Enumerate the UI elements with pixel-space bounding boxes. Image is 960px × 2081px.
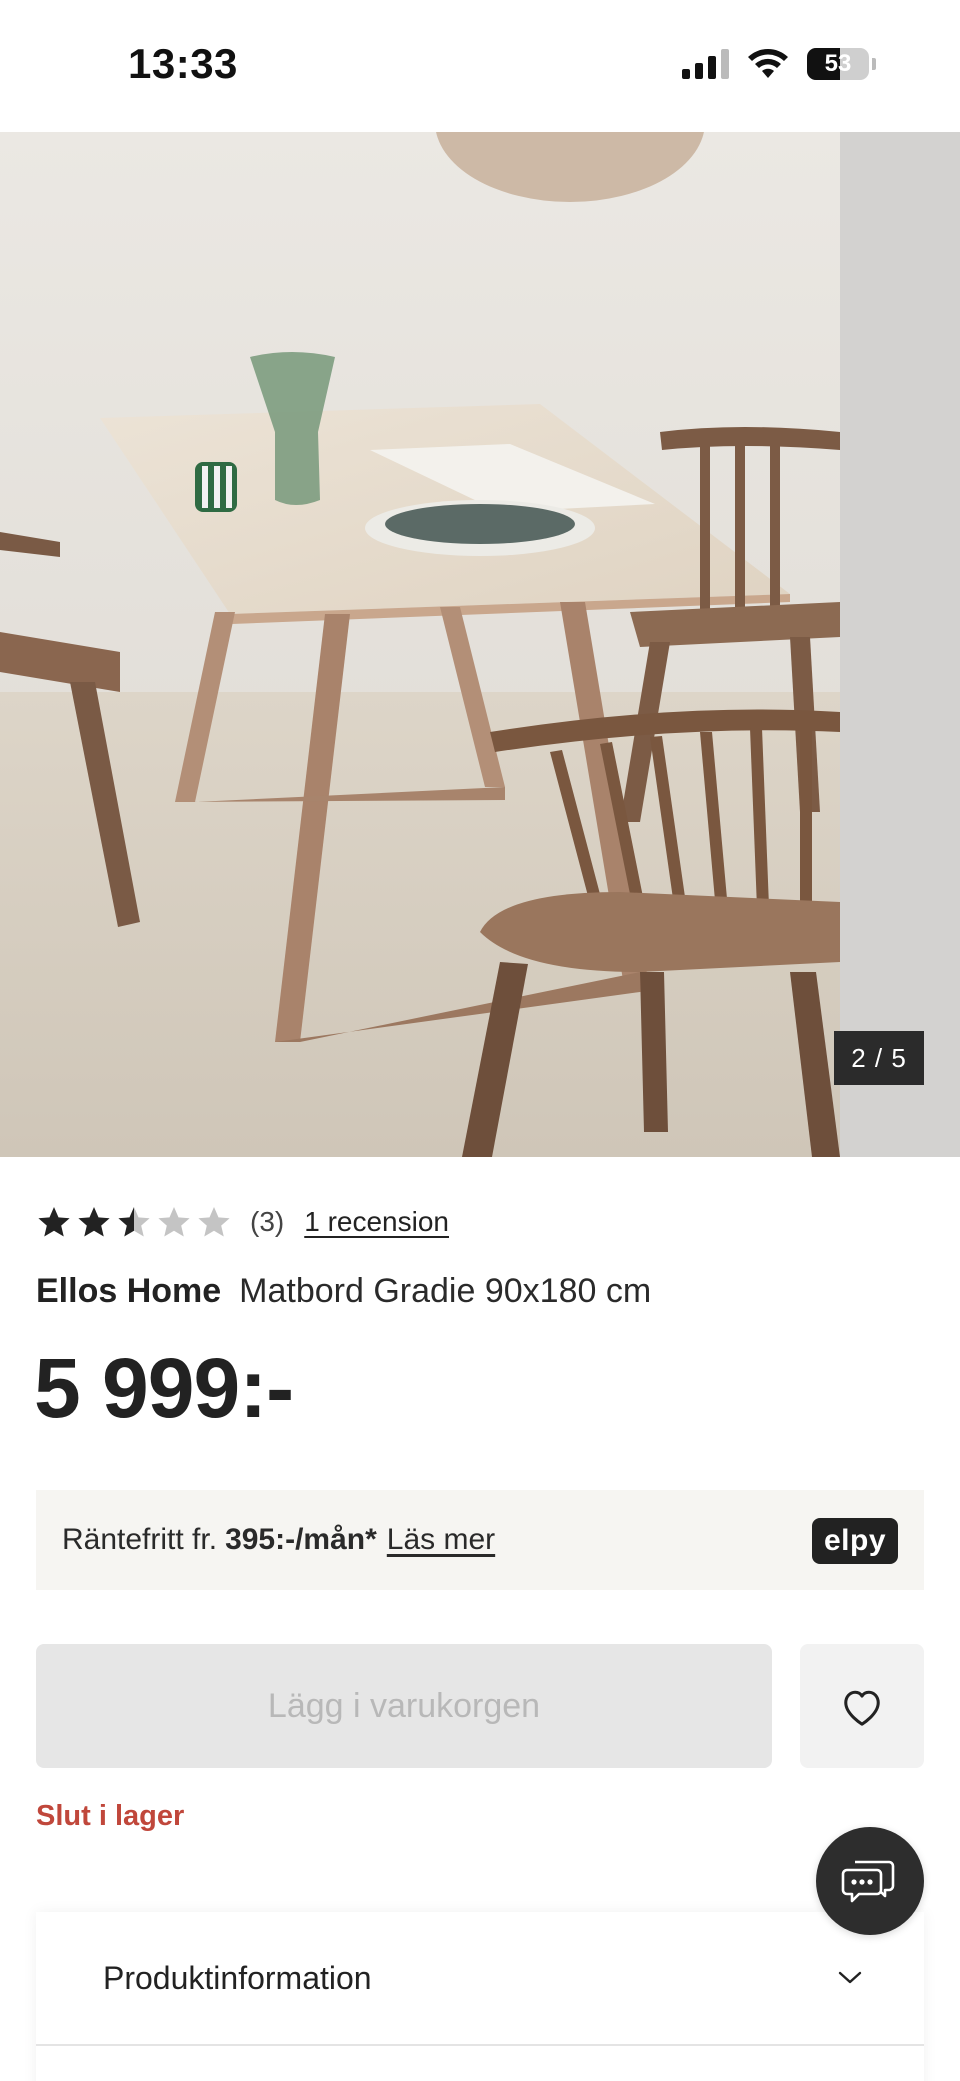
- cellular-signal-icon: [682, 49, 729, 79]
- elpy-logo: elpy: [811, 1518, 898, 1564]
- heart-icon: [844, 1690, 880, 1726]
- financing-banner: Räntefritt fr. 395:-/mån* Läs mer elpy: [36, 1490, 924, 1590]
- financing-amount: 395:-/mån*: [225, 1523, 377, 1556]
- star-rating: [36, 1204, 232, 1240]
- add-to-cart-button[interactable]: Lägg i varukorgen: [36, 1644, 772, 1768]
- rating-count: (3): [250, 1206, 285, 1237]
- status-icons: 53: [682, 44, 876, 84]
- battery-percent: 53: [824, 50, 852, 77]
- stock-status: Slut i lager: [36, 1800, 185, 1832]
- wishlist-button[interactable]: [800, 1644, 924, 1768]
- chat-button[interactable]: [816, 1827, 924, 1935]
- product-brand: Ellos Home: [36, 1272, 222, 1310]
- rating-row: (3) 1 recension: [36, 1198, 449, 1246]
- chat-icon: [841, 1860, 895, 1903]
- read-more-link[interactable]: Läs mer: [387, 1523, 495, 1557]
- product-image-gallery[interactable]: [0, 132, 960, 1157]
- star-full-icon: [38, 1207, 70, 1237]
- financing-prefix: Räntefritt fr.: [62, 1523, 218, 1556]
- product-name: Matbord Gradie 90x180 cm: [239, 1272, 652, 1310]
- product-title: Ellos Home Matbord Gradie 90x180 cm: [36, 1272, 651, 1311]
- star-half-icon: [118, 1207, 150, 1237]
- image-counter: 2 / 5: [834, 1031, 924, 1085]
- accordion-product-information[interactable]: Produktinformation: [36, 1912, 924, 2046]
- wifi-icon: [748, 49, 788, 78]
- star-empty-icon: [198, 1207, 230, 1237]
- product-accordion: Produktinformation: [36, 1912, 924, 2081]
- battery-icon: 53: [807, 48, 869, 80]
- status-bar: 13:33 53: [0, 0, 960, 132]
- chevron-down-icon: [838, 1971, 862, 1984]
- star-empty-icon: [158, 1207, 190, 1237]
- star-full-icon: [78, 1207, 110, 1237]
- reviews-link[interactable]: 1 recension: [304, 1206, 449, 1238]
- product-price: 5 999:-: [34, 1341, 294, 1435]
- product-image: [0, 132, 960, 1157]
- accordion-label: Produktinformation: [103, 1959, 372, 1996]
- status-time: 13:33: [128, 40, 238, 87]
